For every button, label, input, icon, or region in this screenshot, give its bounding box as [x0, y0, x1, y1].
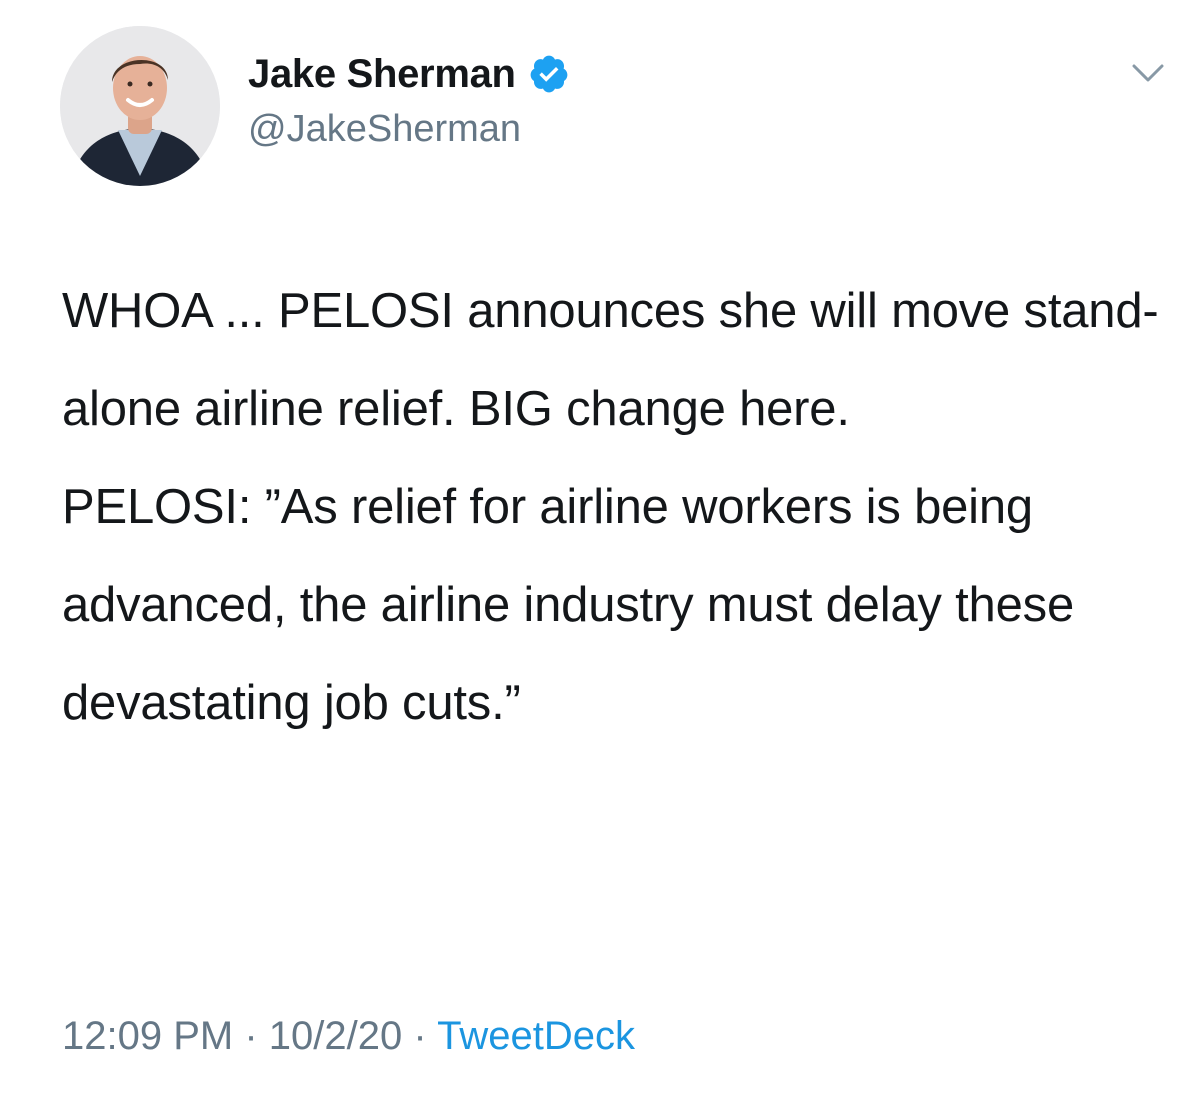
- author-handle[interactable]: @JakeSherman: [248, 108, 521, 151]
- avatar[interactable]: [60, 26, 220, 186]
- author-name-row[interactable]: Jake Sherman: [248, 48, 570, 100]
- author-display-name[interactable]: Jake Sherman: [248, 52, 516, 97]
- tweet-source-link[interactable]: TweetDeck: [437, 1014, 635, 1058]
- chevron-down-icon[interactable]: [1128, 58, 1168, 88]
- tweet-card: Jake Sherman @JakeSherman WHOA ... PELOS…: [0, 0, 1200, 1094]
- tweet-time[interactable]: 12:09 PM: [62, 1014, 233, 1058]
- verified-badge-icon: [528, 53, 570, 95]
- avatar-photo: [60, 26, 220, 186]
- tweet-paragraph: WHOA ... PELOSI announces she will move …: [62, 284, 1159, 436]
- tweet-meta: 12:09 PM · 10/2/20 · TweetDeck: [62, 1014, 635, 1059]
- meta-separator: ·: [413, 1014, 427, 1058]
- tweet-paragraph: PELOSI: ”As relief for airline workers i…: [62, 480, 1075, 730]
- meta-separator: ·: [244, 1014, 258, 1058]
- tweet-text: WHOA ... PELOSI announces she will move …: [62, 262, 1162, 752]
- tweet-date[interactable]: 10/2/20: [269, 1014, 402, 1058]
